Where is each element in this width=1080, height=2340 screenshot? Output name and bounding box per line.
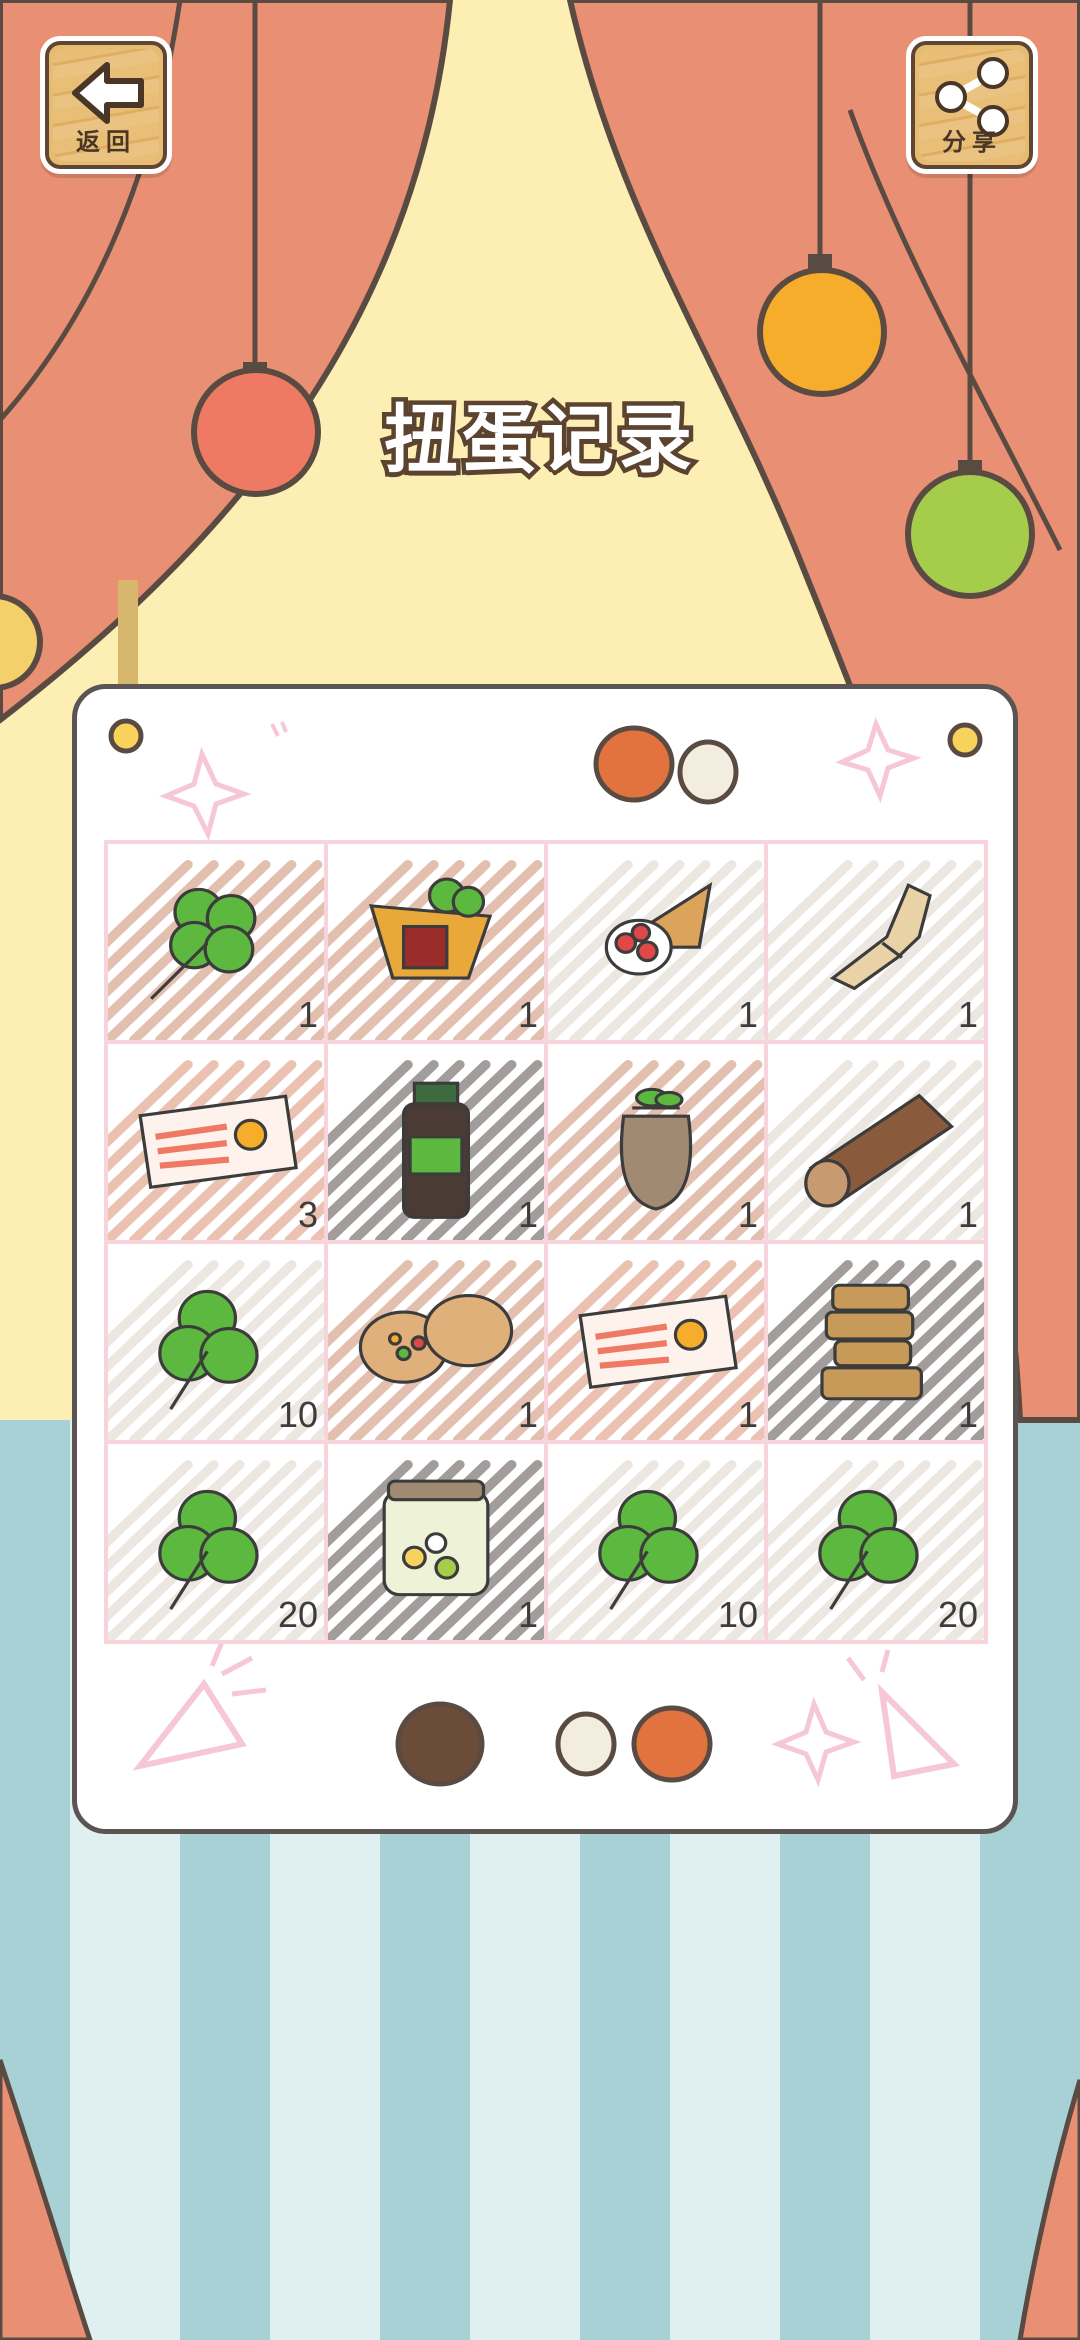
seed-bag-icon xyxy=(548,1059,764,1240)
candy-jar-icon xyxy=(328,1459,544,1640)
item-count: 1 xyxy=(957,1394,978,1435)
item-count: 1 xyxy=(517,1594,538,1635)
item-count: 1 xyxy=(737,1194,758,1235)
straw-bundle-icon xyxy=(768,859,984,1040)
item-count: 1 xyxy=(957,994,978,1035)
strawberry-crepe-icon xyxy=(548,859,764,1040)
record-cell[interactable]: 3 xyxy=(108,1044,324,1240)
record-cell[interactable]: 1 xyxy=(768,844,984,1040)
record-cell[interactable]: 10 xyxy=(108,1244,324,1440)
item-count: 1 xyxy=(957,1194,978,1235)
item-count: 1 xyxy=(737,1394,758,1435)
back-label: 返回 xyxy=(76,128,136,156)
record-cell[interactable]: 1 xyxy=(328,1244,544,1440)
stacked-pancakes-icon xyxy=(768,1259,984,1440)
lucky-ticket-icon xyxy=(108,1059,324,1240)
item-count: 20 xyxy=(277,1594,318,1635)
lucky-ticket-icon xyxy=(548,1259,764,1440)
record-cell[interactable]: 1 xyxy=(548,1244,764,1440)
item-count: 1 xyxy=(737,994,758,1035)
four-leaf-clover-icon xyxy=(108,859,324,1040)
medicine-bottle-icon xyxy=(328,1059,544,1240)
back-button[interactable]: 返回 xyxy=(40,36,172,174)
record-cell[interactable]: 1 xyxy=(328,1444,544,1640)
item-count: 20 xyxy=(937,1594,978,1635)
item-count: 1 xyxy=(297,994,318,1035)
vegetable-wrap-icon xyxy=(328,859,544,1040)
item-count: 10 xyxy=(717,1594,758,1635)
record-cell[interactable]: 1 xyxy=(768,1044,984,1240)
record-cell[interactable]: 20 xyxy=(108,1444,324,1640)
record-cell[interactable]: 1 xyxy=(328,844,544,1040)
record-cell[interactable]: 1 xyxy=(548,1044,764,1240)
record-cell[interactable]: 1 xyxy=(108,844,324,1040)
page-title: 扭蛋记录 xyxy=(380,393,697,488)
record-cell[interactable]: 1 xyxy=(548,844,764,1040)
share-label: 分享 xyxy=(942,128,1002,156)
board-stand xyxy=(118,580,138,700)
item-count: 3 xyxy=(297,1194,318,1235)
log-icon xyxy=(768,1059,984,1240)
pita-bread-icon xyxy=(328,1259,544,1440)
record-cell[interactable]: 10 xyxy=(548,1444,764,1640)
record-cell[interactable]: 1 xyxy=(328,1044,544,1240)
item-count: 1 xyxy=(517,994,538,1035)
record-cell[interactable]: 1 xyxy=(768,1244,984,1440)
share-button[interactable]: 分享 xyxy=(906,36,1038,174)
record-cell[interactable]: 20 xyxy=(768,1444,984,1640)
record-grid: 1 1 1 1 3 1 1 1 10 1 1 1 20 1 10 20 xyxy=(104,840,988,1644)
item-count: 1 xyxy=(517,1194,538,1235)
item-count: 10 xyxy=(277,1394,318,1435)
item-count: 1 xyxy=(517,1394,538,1435)
